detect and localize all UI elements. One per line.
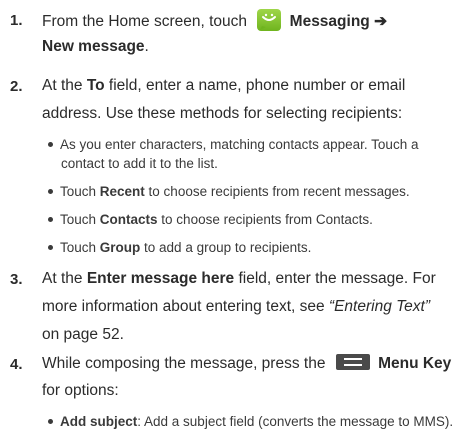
- bullet-dot: [48, 216, 53, 222]
- entering-text-reference[interactable]: “Entering Text”: [329, 298, 430, 315]
- bullet-text: As you enter characters, matching contac…: [60, 137, 419, 152]
- to-field-label: To: [86, 77, 105, 94]
- step-text-line: for options:: [42, 382, 119, 399]
- bullet-text: to choose recipients from recent message…: [144, 184, 410, 199]
- list-item: Touch Contacts to choose recipients from…: [48, 212, 373, 227]
- bullet-text: Touch: [60, 240, 100, 255]
- bullet-text: : Add a subject field (converts the mess…: [137, 414, 454, 429]
- bullet-text: to add a group to recipients.: [140, 240, 312, 255]
- group-label: Group: [99, 240, 141, 255]
- recent-label: Recent: [99, 184, 145, 199]
- bullet-text: Touch: [60, 212, 100, 227]
- step-text-line: New message.: [42, 38, 149, 56]
- step-text-line: At the To field, enter a name, phone num…: [42, 77, 405, 95]
- step-text: At the: [42, 270, 83, 287]
- step-text: field, enter the message. For: [234, 270, 436, 287]
- step-text: At the: [42, 77, 83, 94]
- manual-page: 1. From the Home screen, touch Messaging…: [0, 0, 468, 448]
- step-text: more information about entering text, se…: [42, 298, 329, 315]
- list-item: Touch Group to add a group to recipients…: [48, 240, 311, 255]
- list-item: Add subject: Add a subject field (conver…: [48, 414, 453, 429]
- step-text: From the Home screen, touch: [42, 13, 248, 31]
- step-number: 1.: [10, 12, 23, 29]
- step-number: 4.: [10, 356, 23, 373]
- step-text: While composing the message, press the: [42, 355, 326, 372]
- menu-key-icon: [335, 353, 370, 370]
- bullet-text: to choose recipients from Contacts.: [157, 212, 373, 227]
- menu-key-label: Menu Key: [378, 355, 452, 372]
- step-text-line: on page 52.: [42, 326, 124, 343]
- messaging-label: Messaging ➔: [289, 13, 388, 31]
- step-text-line: address. Use these methods for selecting…: [42, 105, 403, 122]
- contacts-label: Contacts: [99, 212, 158, 227]
- enter-message-label: Enter message here: [86, 270, 235, 287]
- list-item: Touch Recent to choose recipients from r…: [48, 184, 410, 199]
- step-text-line: From the Home screen, touch Messaging ➔: [42, 9, 388, 33]
- bullet-dot: [48, 244, 53, 250]
- step-text-line: While composing the message, press the M…: [42, 353, 452, 373]
- step-number: 2.: [10, 78, 23, 95]
- bullet-text-continued: contact to add it to the list.: [61, 156, 218, 171]
- bullet-dot: [48, 188, 53, 194]
- step-text: .: [144, 38, 149, 55]
- bullet-dot: [48, 418, 53, 424]
- bullet-text: Touch: [60, 184, 100, 199]
- new-message-label: New message: [42, 38, 145, 55]
- step-text-line: more information about entering text, se…: [42, 298, 430, 316]
- step-text-line: At the Enter message here field, enter t…: [42, 270, 436, 288]
- add-subject-label: Add subject: [60, 414, 138, 429]
- bullet-dot: [48, 141, 53, 147]
- step-text: field, enter a name, phone number or ema…: [104, 77, 406, 94]
- step-number: 3.: [10, 271, 23, 288]
- list-item: As you enter characters, matching contac…: [48, 137, 418, 152]
- messaging-smiley-icon: [257, 9, 282, 31]
